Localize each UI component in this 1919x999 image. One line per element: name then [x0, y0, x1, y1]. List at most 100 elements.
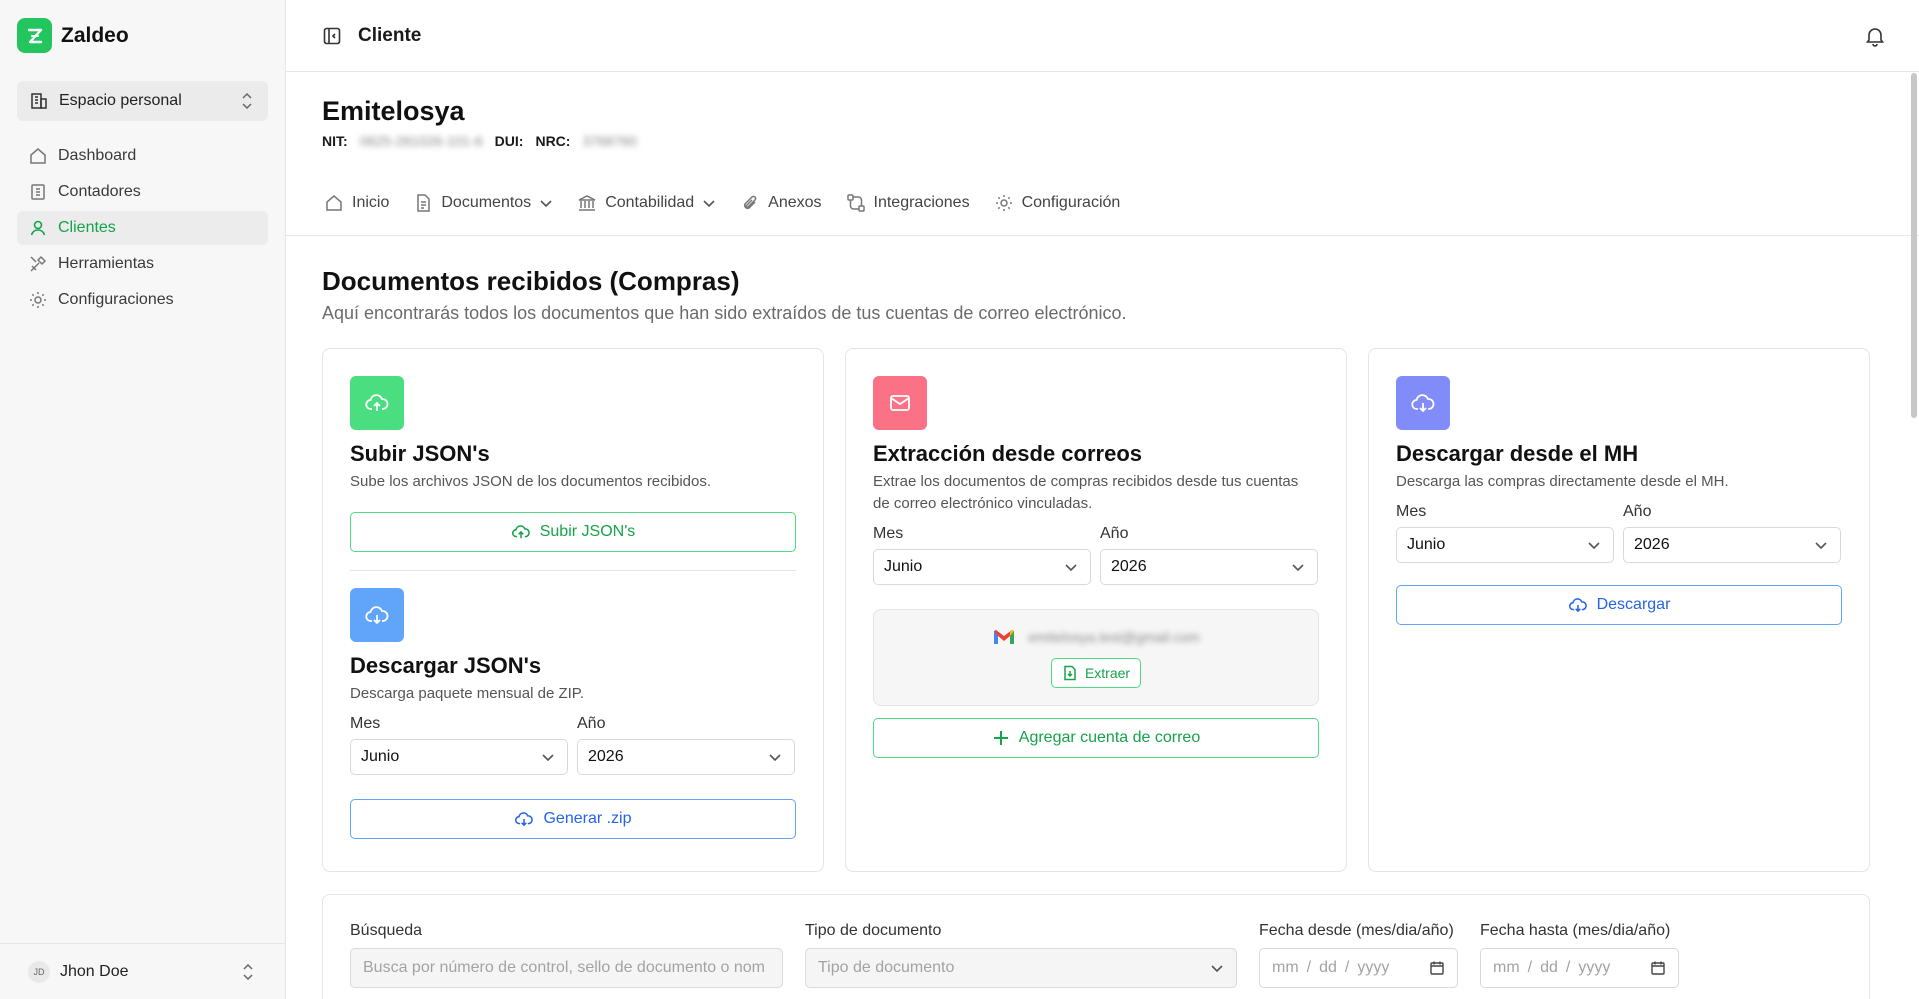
year-field: Año 2026	[1100, 525, 1318, 585]
date-month: mm	[1493, 959, 1520, 976]
date-to-input[interactable]: mm / dd / yyyy	[1480, 948, 1679, 988]
tab-inicio[interactable]: Inicio	[324, 193, 389, 213]
search-placeholder: Busca por número de control, sello de do…	[363, 959, 766, 976]
sidebar-toggle-icon[interactable]	[322, 26, 342, 46]
calendar-icon[interactable]	[1429, 960, 1445, 976]
period-fields: Mes Junio Año 2026	[350, 715, 796, 775]
year-select[interactable]: 2026	[577, 739, 795, 775]
scrollbar[interactable]	[1911, 73, 1917, 418]
chevron-down-icon	[540, 200, 552, 208]
year-field: Año 2026	[577, 715, 795, 775]
filter-label: Búsqueda	[350, 922, 423, 939]
date-day: dd	[1540, 959, 1558, 976]
chevron-down-icon	[703, 200, 715, 208]
app-logo[interactable]: Zaldeo	[17, 18, 129, 53]
month-field: Mes Junio	[350, 715, 568, 775]
chevron-updown-icon	[242, 92, 252, 110]
tools-icon	[30, 255, 47, 272]
month-select[interactable]: Junio	[350, 739, 568, 775]
dui-label: DUI:	[494, 133, 524, 149]
tab-label: Configuración	[1021, 194, 1121, 211]
divider	[350, 570, 796, 571]
sidebar-item-label: Dashboard	[58, 147, 137, 164]
action-cards: Subir JSON's Sube los archivos JSON de l…	[322, 348, 1919, 872]
year-select[interactable]: 2026	[1100, 549, 1318, 585]
upload-json-button[interactable]: Subir JSON's	[350, 512, 796, 552]
bell-icon[interactable]	[1864, 25, 1886, 47]
mail-icon	[873, 376, 927, 430]
chevron-down-icon	[1065, 564, 1077, 572]
card-description: Extrae los documentos de compras recibid…	[873, 473, 1299, 512]
sidebar-item-dashboard[interactable]: Dashboard	[17, 139, 268, 173]
field-label: Año	[577, 715, 606, 732]
page-title: Cliente	[358, 24, 422, 46]
user-menu[interactable]: JD Jhon Doe	[0, 943, 285, 999]
month-select[interactable]: Junio	[1396, 527, 1614, 563]
mh-download-card: Descargar desde el MH Descarga las compr…	[1368, 348, 1870, 872]
tab-integraciones[interactable]: Integraciones	[846, 193, 970, 213]
building-icon	[31, 93, 47, 109]
upload-json-card: Subir JSON's Sube los archivos JSON de l…	[322, 348, 824, 872]
sidebar-nav: Dashboard Contadores Clientes Herramient…	[17, 139, 268, 319]
sidebar-item-clientes[interactable]: Clientes	[17, 211, 268, 245]
add-email-account-button[interactable]: Agregar cuenta de correo	[873, 718, 1319, 758]
calendar-icon[interactable]	[1650, 960, 1666, 976]
workspace-switcher[interactable]: Espacio personal	[17, 81, 268, 121]
chevron-down-icon	[542, 754, 554, 762]
sidebar-item-label: Contadores	[58, 183, 141, 200]
chevron-updown-icon	[243, 963, 253, 980]
sidebar-item-herramientas[interactable]: Herramientas	[17, 247, 268, 281]
date-month: mm	[1272, 959, 1299, 976]
paperclip-icon	[744, 195, 757, 210]
topbar: Cliente	[286, 0, 1919, 72]
card-description: Descarga las compras directamente desde …	[1396, 473, 1729, 490]
cloud-download-icon	[1568, 598, 1587, 613]
plus-icon	[993, 731, 1008, 745]
mh-download-button[interactable]: Descargar	[1396, 585, 1842, 625]
tab-documentos[interactable]: Documentos	[413, 193, 553, 213]
gmail-icon	[994, 629, 1015, 644]
tab-anexos[interactable]: Anexos	[740, 193, 822, 213]
year-select[interactable]: 2026	[1623, 527, 1841, 563]
tab-contabilidad[interactable]: Contabilidad	[577, 193, 716, 213]
nit-label: NIT:	[322, 133, 348, 149]
field-label: Año	[1623, 503, 1652, 520]
cloud-download-icon	[350, 588, 404, 642]
tab-label: Documentos	[441, 194, 532, 211]
period-fields: Mes Junio Año 2026	[1396, 503, 1842, 563]
documents-section: Documentos recibidos (Compras) Aquí enco…	[286, 236, 1919, 999]
card-title: Descargar desde el MH	[1396, 441, 1639, 466]
sidebar-item-configuraciones[interactable]: Configuraciones	[17, 283, 268, 317]
date-from-input[interactable]: mm / dd / yyyy	[1259, 948, 1458, 988]
user-icon	[30, 220, 46, 236]
user-name: Jhon Doe	[60, 962, 129, 980]
date-separator: /	[1344, 959, 1350, 976]
client-name: Emitelosya	[322, 96, 465, 126]
generate-zip-button[interactable]: Generar .zip	[350, 799, 796, 839]
nrc-label: NRC:	[535, 133, 571, 149]
button-label: Subir JSON's	[539, 523, 636, 540]
document-type-filter: Tipo de documento Tipo de documento	[805, 922, 1237, 999]
extract-button[interactable]: Extraer	[1050, 657, 1142, 688]
card-description: Descarga paquete mensual de ZIP.	[350, 685, 585, 702]
button-label: Extraer	[1084, 664, 1131, 681]
document-type-select[interactable]: Tipo de documento	[805, 948, 1237, 988]
cloud-upload-icon	[511, 525, 530, 539]
home-icon	[326, 195, 342, 211]
document-icon	[417, 194, 431, 212]
filter-label: Fecha desde (mes/dia/año)	[1259, 922, 1454, 939]
card-description: Sube los archivos JSON de los documentos…	[350, 473, 712, 490]
sidebar-item-label: Clientes	[58, 219, 116, 236]
search-input[interactable]: Busca por número de control, sello de do…	[350, 948, 783, 988]
card-title: Descargar JSON's	[350, 653, 542, 678]
nrc-value: 3768760	[582, 133, 637, 149]
cloud-upload-icon	[350, 376, 404, 430]
select-value: 2026	[1634, 536, 1670, 553]
chevron-down-icon	[1588, 542, 1600, 550]
nit-value: 0625-281026-101-6	[359, 133, 483, 149]
sidebar: Zaldeo Espacio personal Dashboard Contad…	[0, 0, 286, 999]
month-select[interactable]: Junio	[873, 549, 1091, 585]
tab-configuracion[interactable]: Configuración	[994, 193, 1121, 213]
sidebar-item-contadores[interactable]: Contadores	[17, 175, 268, 209]
filters-panel: Búsqueda Busca por número de control, se…	[322, 894, 1870, 999]
